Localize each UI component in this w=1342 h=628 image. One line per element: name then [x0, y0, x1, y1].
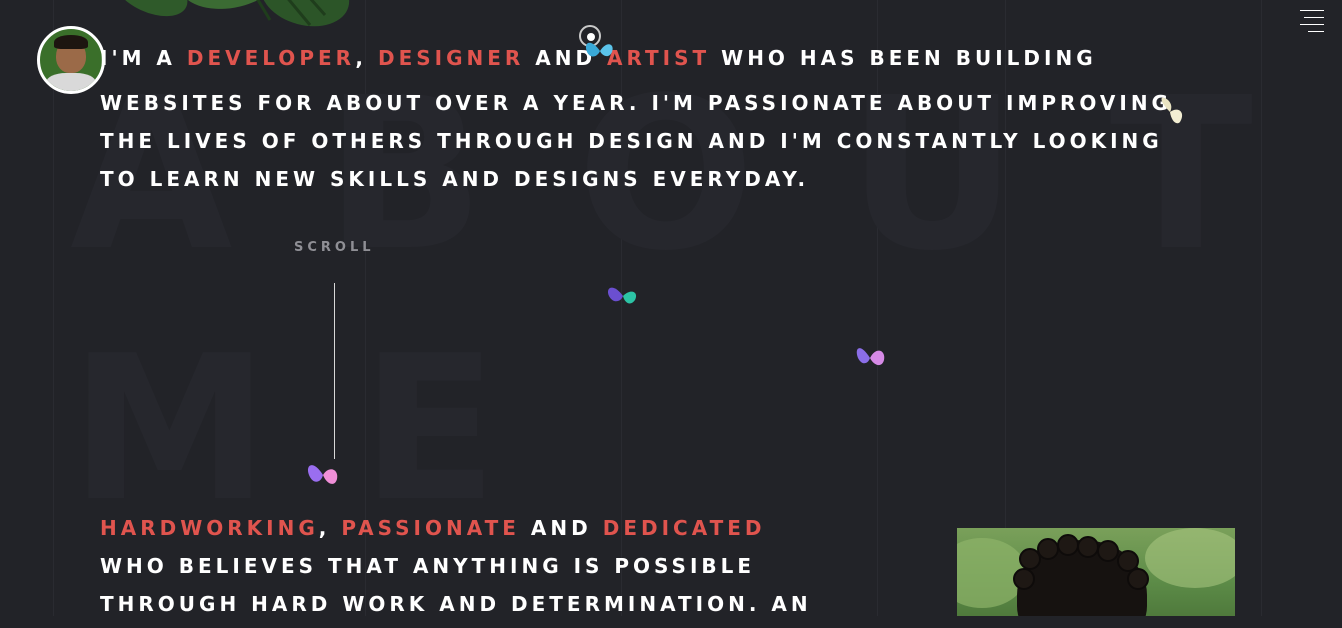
trait-passionate: PASSIONATE — [341, 516, 520, 540]
separator: , — [355, 46, 378, 70]
role-developer: DEVELOPER — [186, 46, 356, 70]
hamburger-menu-icon[interactable] — [1298, 10, 1324, 32]
butterfly-icon — [856, 348, 885, 366]
avatar[interactable] — [37, 26, 105, 94]
traits-line-3: THROUGH HARD WORK AND DETERMINATION. AN — [100, 592, 812, 616]
intro-line-2: WEBSITES FOR ABOUT OVER A YEAR. I'M PASS… — [100, 91, 1172, 115]
butterfly-icon — [585, 42, 613, 57]
intro-paragraph: I'M A DEVELOPER, DESIGNER AND ARTIST WHO… — [100, 44, 1172, 198]
scroll-label: SCROLL — [294, 240, 375, 255]
trait-dedicated: DEDICATED — [602, 516, 766, 540]
separator: AND — [519, 516, 603, 540]
portrait-photo — [957, 528, 1235, 616]
role-artist: ARTIST — [607, 46, 711, 70]
traits-line-1: HARDWORKING, PASSIONATE AND DEDICATED — [100, 514, 812, 552]
intro-prefix: I'M A — [100, 46, 187, 70]
traits-line-2: WHO BELIEVES THAT ANYTHING IS POSSIBLE — [100, 554, 756, 578]
butterfly-icon — [607, 287, 637, 304]
traits-paragraph: HARDWORKING, PASSIONATE AND DEDICATED WH… — [100, 514, 812, 628]
intro-line-3: THE LIVES OF OTHERS THROUGH DESIGN AND I… — [100, 129, 1163, 153]
leaves-decoration — [112, 0, 350, 27]
intro-line-1: I'M A DEVELOPER, DESIGNER AND ARTIST WHO… — [100, 44, 1172, 84]
background-word-me: ME — [70, 313, 590, 546]
trait-hardworking: HARDWORKING — [100, 516, 319, 540]
butterfly-icon — [307, 465, 338, 484]
separator: , — [318, 516, 342, 540]
scroll-line — [334, 283, 335, 459]
intro-suffix: WHO HAS BEEN BUILDING — [710, 46, 1097, 70]
butterfly-icon — [1161, 97, 1183, 124]
role-designer: DESIGNER — [377, 46, 525, 70]
grid-line — [53, 0, 54, 616]
intro-line-4: TO LEARN NEW SKILLS AND DESIGNS EVERYDAY… — [100, 167, 810, 191]
